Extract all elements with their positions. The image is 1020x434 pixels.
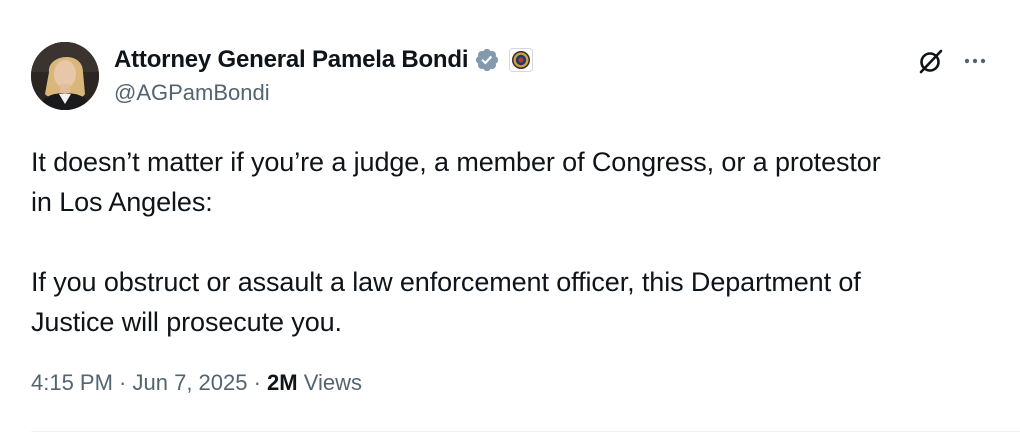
grok-icon[interactable] [916,46,946,76]
meta-separator: · [247,370,268,395]
doj-seal-icon[interactable] [509,48,534,72]
author-display-name[interactable]: Attorney General Pamela Bondi [114,46,468,74]
views-label: Views [297,370,363,395]
divider [31,431,1020,432]
post-date[interactable]: Jun 7, 2025 [133,370,248,395]
avatar-image [31,42,99,110]
meta-separator: · [112,370,133,395]
tweet-card: Attorney General Pamela Bondi @AGPamBond… [0,0,1020,434]
post-paragraph: If you obstruct or assault a law enforce… [31,267,861,337]
author-handle[interactable]: @AGPamBondi [114,80,270,106]
post-paragraph: It doesn’t matter if you’re a judge, a m… [31,147,881,217]
post-time[interactable]: 4:15 PM [31,370,113,395]
author-name-row: Attorney General Pamela Bondi [114,44,534,76]
views-count[interactable]: 2M [267,370,298,395]
post-text: It doesn’t matter if you’re a judge, a m… [31,142,991,342]
post-meta: 4:15 PM · Jun 7, 2025 · 2M Views [31,370,362,396]
author-avatar[interactable] [31,42,99,110]
more-horizontal-icon[interactable] [960,46,990,76]
verified-badge-icon[interactable] [474,47,500,73]
